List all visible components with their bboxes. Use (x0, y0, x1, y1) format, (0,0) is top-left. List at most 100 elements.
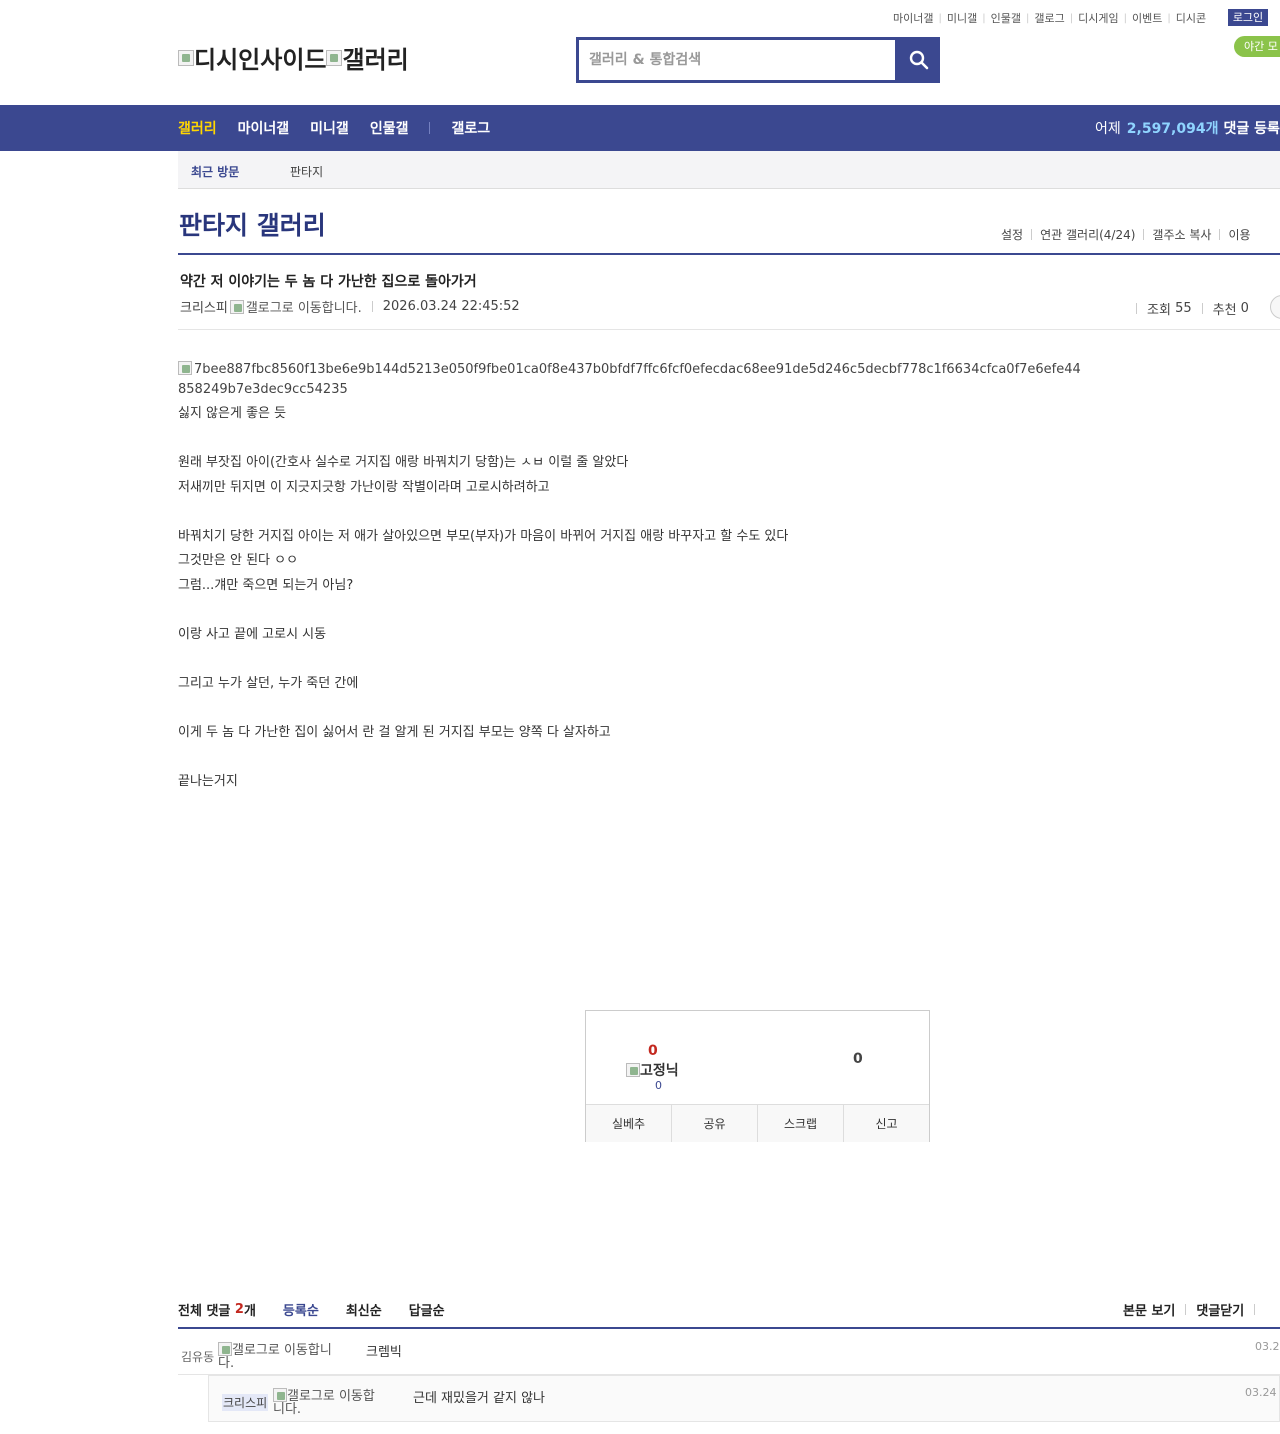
gallery-links: 설정 연관 갤러리(4/24) 갤주소 복사 이용 (1001, 226, 1251, 243)
post-stats: 조회 55 추천 0 (1136, 299, 1249, 318)
report-button[interactable]: 신고 (844, 1105, 929, 1142)
recommend-label: 추천 (1212, 303, 1237, 318)
link-separator (1254, 1304, 1256, 1315)
util-separator: | (1167, 12, 1171, 24)
post-blank-line (178, 598, 1088, 623)
post-image-alt: 7bee887fbc8560f13be6e9b144d5213e050f9fbe… (178, 362, 1081, 397)
link-separator (1185, 1304, 1187, 1315)
util-link-minor-gallery[interactable]: 마이너갤 (893, 10, 933, 26)
broken-image-icon (229, 299, 244, 314)
comment-item: 김유동 갤로그로 이동합니다. 크렘빅 03.24 (178, 1329, 1280, 1375)
nav-item-gallery[interactable]: 갤러리 (178, 118, 217, 138)
main-navbar: 갤러리 마이너갤 미니갤 인물갤 갤로그 어제 2,597,094개 댓글 등록 (0, 105, 1280, 151)
views-label: 조회 (1147, 303, 1171, 318)
login-button[interactable]: 로그인 (1228, 9, 1268, 26)
post-text-line: 그럼...걔만 죽으면 되는거 아님? (178, 577, 354, 593)
broken-image-icon (326, 49, 343, 66)
link-separator (1219, 229, 1221, 240)
views-count: 55 (1175, 301, 1192, 316)
search-button[interactable] (898, 37, 940, 83)
top-utility-links: 마이너갤 | 미니갤 | 인물갤 | 갤로그 | 디시게임 | 이벤트 | 디시콘 (893, 10, 1206, 26)
stat-number: 2,597,094개 (1126, 121, 1219, 137)
gallery-title[interactable]: 판타지 갤러리 (179, 206, 326, 242)
post-author[interactable]: 크리스피 (180, 297, 228, 316)
stat-prefix: 어제 (1095, 121, 1121, 137)
util-link-gallog[interactable]: 갤로그 (1034, 10, 1064, 26)
comment-reply-item: 크리스피 갤로그로 이동합니다. 근데 재밌을거 같지 않나 03.24 2 (208, 1375, 1280, 1422)
post-blank-line (178, 427, 1088, 452)
yesterday-comment-stat: 어제 2,597,094개 댓글 등록 (1095, 105, 1280, 151)
post-text-line: 이랑 사고 끝에 고로시 시동 (178, 626, 327, 642)
post-text-line: 이게 두 놈 다 가난한 집이 싫어서 란 걸 알게 된 거지집 부모는 양쪽 … (178, 724, 611, 740)
logo-alt-gallery: 갤러리 (342, 46, 409, 74)
post-image[interactable]: 7bee887fbc8560f13be6e9b144d5213e050f9fbe… (178, 360, 1088, 400)
fixed-nick-alt: 고정닉 (640, 1063, 679, 1079)
site-logo[interactable]: 디시인사이드 갤러리 (178, 40, 409, 75)
stat-separator (1136, 303, 1137, 314)
util-link-mini-gallery[interactable]: 미니갤 (947, 10, 977, 26)
related-gallery-link[interactable]: 연관 갤러리(4/24) (1040, 226, 1135, 243)
usage-link[interactable]: 이용 (1228, 226, 1250, 243)
comment-date: 03.24 (1255, 1340, 1280, 1353)
post-text-line: 저새끼만 뒤지면 이 지긋지긋항 가난이랑 작별이라며 고로시하려하고 (178, 479, 550, 495)
comment-gallog-link[interactable]: 갤로그로 이동합니다. (218, 1342, 333, 1370)
post-text-line: 끝나는거지 (178, 773, 238, 789)
util-separator: | (982, 12, 986, 24)
sort-by-latest[interactable]: 최신순 (346, 1300, 382, 1319)
util-link-person-gallery[interactable]: 인물갤 (991, 10, 1021, 26)
night-mode-toggle[interactable]: 야간 모 (1234, 36, 1280, 57)
recent-visit-bar: 최근 방문 판타지 (178, 151, 1280, 189)
comment-total-label: 전체 댓글 (178, 1304, 231, 1319)
share-button[interactable]: 공유 (672, 1105, 758, 1142)
broken-image-icon (626, 1063, 640, 1077)
broken-image-icon (273, 1388, 287, 1402)
search-input[interactable] (579, 40, 895, 80)
post-text-line: 그것만은 안 된다 ㅇㅇ (178, 553, 299, 568)
post-text: 싫지 않은게 좋은 듯 원래 부잣집 아이(간호사 실수로 거지집 애랑 바꿔치기… (178, 402, 1088, 794)
post-meta: 크리스피 갤로그로 이동합니다. 2026.03.24 22:45:52 (180, 297, 520, 316)
gallog-alt-text: 갤로그로 이동합니다. (245, 301, 362, 316)
nav-item-minor-gallery[interactable]: 마이너갤 (238, 118, 290, 138)
comment-header-links: 본문 보기 댓글닫기 (1123, 1300, 1265, 1319)
post-options-button[interactable] (1270, 295, 1280, 319)
nav-divider (429, 122, 431, 134)
search-box (576, 37, 940, 83)
comment-header: 전체 댓글 2개 등록순 최신순 답글순 (178, 1300, 445, 1319)
view-post-link[interactable]: 본문 보기 (1123, 1300, 1175, 1319)
util-separator: | (1123, 12, 1127, 24)
close-comments-link[interactable]: 댓글닫기 (1196, 1300, 1244, 1319)
real-best-button[interactable]: 실베추 (586, 1105, 672, 1142)
util-link-event[interactable]: 이벤트 (1132, 10, 1162, 26)
comment-total-count: 2 (234, 1302, 244, 1317)
nav-item-person-gallery[interactable]: 인물갤 (370, 118, 409, 138)
util-link-dc-game[interactable]: 디시게임 (1078, 10, 1118, 26)
scrap-button[interactable]: 스크랩 (758, 1105, 844, 1142)
copy-gallery-url-link[interactable]: 갤주소 복사 (1152, 226, 1211, 243)
upvote-count: 0 (648, 1043, 658, 1059)
settings-link[interactable]: 설정 (1001, 226, 1023, 243)
nav-item-gallog[interactable]: 갤로그 (451, 118, 490, 138)
comment-nick[interactable]: 크리스피 (222, 1394, 269, 1411)
recommend-box: 0 고정닉 0 0 실베추 공유 스크랩 신고 (585, 1010, 930, 1142)
sort-by-replies[interactable]: 답글순 (409, 1300, 445, 1319)
meta-separator (371, 301, 373, 312)
post-datetime: 2026.03.24 22:45:52 (382, 299, 520, 314)
meta-divider (178, 329, 1280, 330)
gallog-alt-text: 갤로그로 이동합니다. (273, 1389, 375, 1417)
comment-text: 근데 재밌을거 같지 않나 (413, 1391, 545, 1406)
broken-image-icon (178, 49, 194, 66)
post-blank-line (178, 745, 1088, 770)
post-blank-line (178, 696, 1088, 721)
link-separator (1031, 229, 1033, 240)
sort-by-registration[interactable]: 등록순 (283, 1300, 319, 1319)
stat-separator (1201, 303, 1203, 314)
comment-nick[interactable]: 김유동 (181, 1348, 214, 1365)
recent-visit-item[interactable]: 판타지 (290, 163, 323, 180)
comment-gallog-link[interactable]: 갤로그로 이동합니다. (273, 1388, 378, 1416)
nav-item-mini-gallery[interactable]: 미니갤 (310, 118, 349, 138)
author-gallog-link[interactable]: 갤로그로 이동합니다. (229, 297, 362, 316)
util-separator: | (1025, 12, 1030, 24)
comment-date: 03.24 2 (1245, 1386, 1280, 1399)
post-blank-line (178, 500, 1088, 525)
util-link-dccon[interactable]: 디시콘 (1176, 10, 1206, 26)
